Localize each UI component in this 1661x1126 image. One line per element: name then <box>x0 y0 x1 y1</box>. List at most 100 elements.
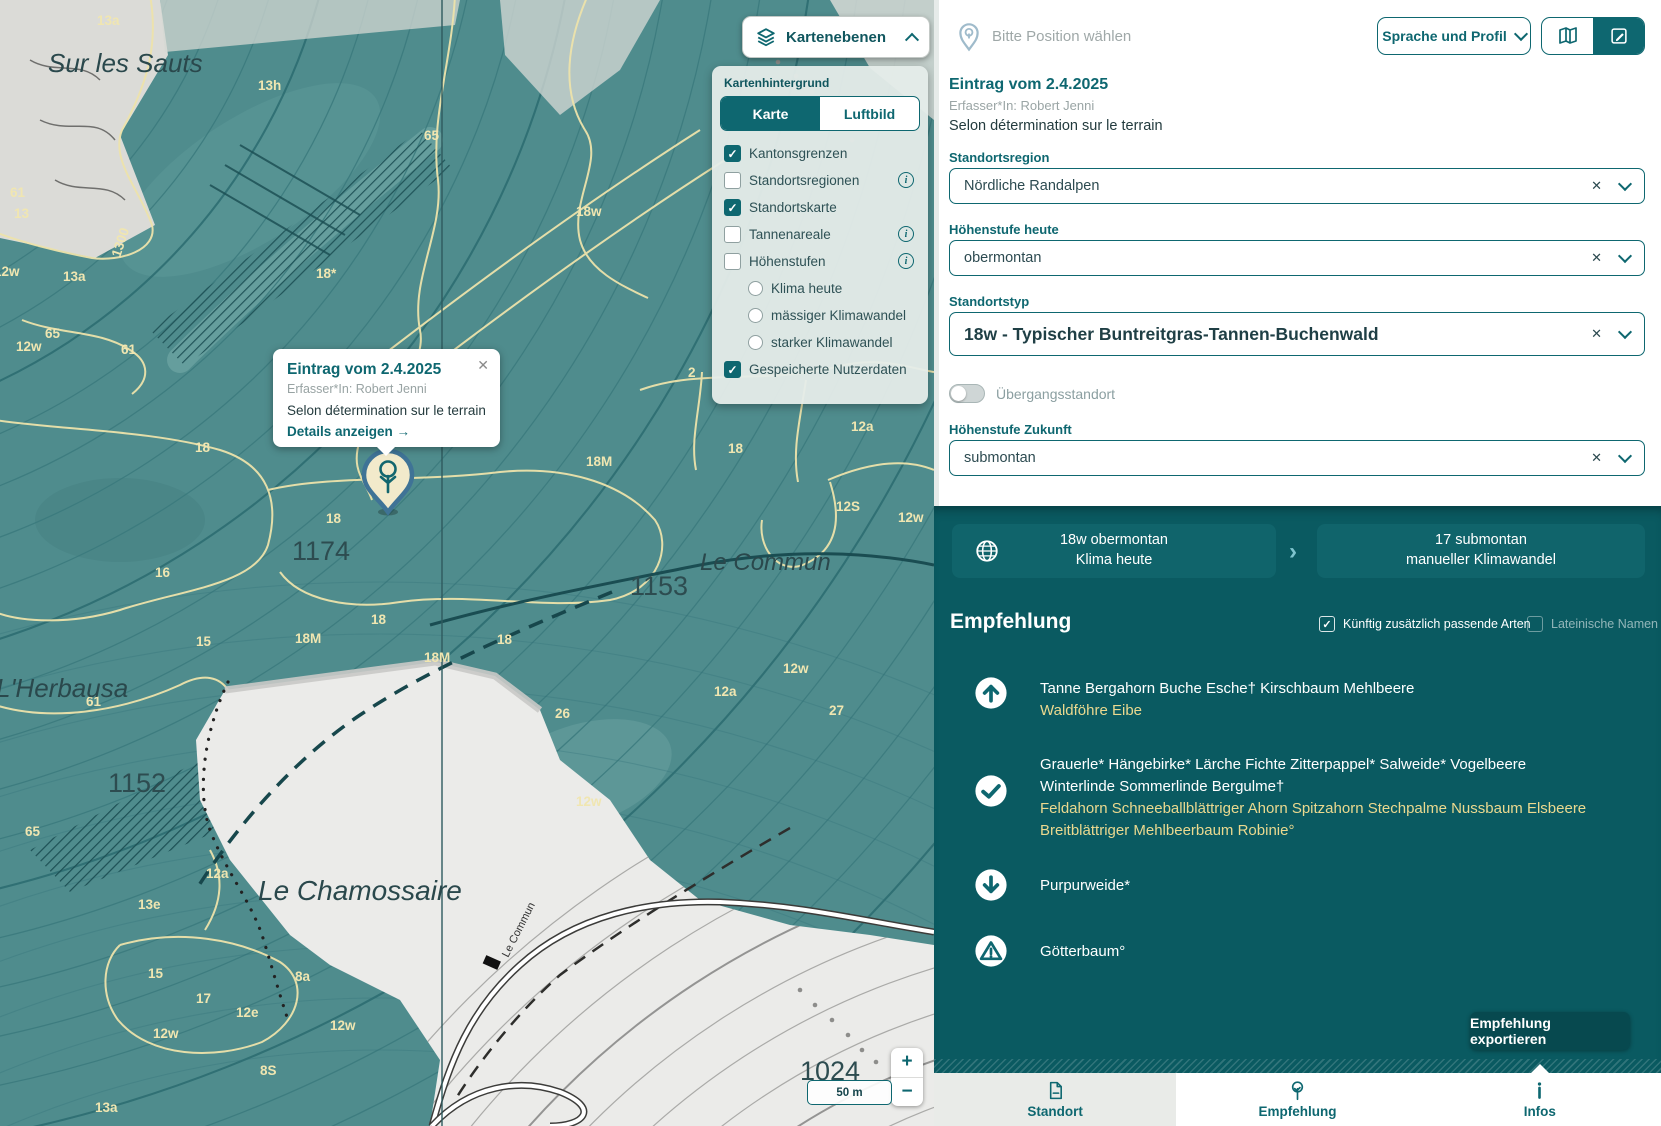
clear-icon[interactable]: ✕ <box>1591 178 1602 194</box>
map-label: 12w <box>330 1018 356 1033</box>
checkbox[interactable] <box>724 361 741 378</box>
map-label: 13a <box>63 269 86 284</box>
checkbox[interactable] <box>724 226 741 243</box>
radio-row-klima-heute[interactable]: Klima heute <box>744 275 920 302</box>
map-label: 12w <box>898 510 924 525</box>
scenario-future-line1: 17 submontan <box>1406 531 1556 551</box>
radio-button[interactable] <box>748 308 763 323</box>
standortstyp-input[interactable]: 18w - Typischer Buntreitgras-Tannen-Buch… <box>949 312 1645 356</box>
field-label-hoehenstufe-zukunft: Höhenstufe Zukunft <box>949 422 1072 437</box>
toggle-label: Übergangsstandort <box>996 386 1115 402</box>
map-label: 15 <box>148 966 164 981</box>
info-icon[interactable]: i <box>898 226 914 242</box>
scenario-card-future[interactable]: 17 submontan manueller Klimawandel <box>1317 524 1645 578</box>
position-hint-text: Bitte Position wählen <box>992 28 1131 45</box>
map-label: 16 <box>155 565 171 580</box>
export-recommendation-button[interactable]: Empfehlung exportieren <box>1470 1012 1630 1050</box>
background-option-karte[interactable]: Karte <box>721 97 820 130</box>
map-label: 18M <box>586 454 612 469</box>
background-option-luftbild[interactable]: Luftbild <box>820 97 919 130</box>
layer-row-tannenareale[interactable]: Tannenareale i <box>720 221 920 248</box>
map-label: 8a <box>295 969 311 984</box>
layer-row-hoehenstufen[interactable]: Höhenstufen i <box>720 248 920 275</box>
globe-icon <box>974 538 1000 564</box>
chevron-down-icon[interactable] <box>1618 325 1632 339</box>
clear-icon[interactable]: ✕ <box>1591 326 1602 342</box>
checkbox[interactable] <box>724 253 741 270</box>
map-label: 12e <box>236 1005 259 1020</box>
info-icon[interactable]: i <box>898 253 914 269</box>
info-icon[interactable]: i <box>898 172 914 188</box>
map-label: 18M <box>424 650 450 665</box>
language-profile-button[interactable]: Sprache und Profil <box>1377 17 1531 55</box>
layer-row-kantonsgrenzen[interactable]: Kantonsgrenzen <box>720 140 920 167</box>
radio-button[interactable] <box>748 335 763 350</box>
radio-row-starker-klimawandel[interactable]: starker Klimawandel <box>744 329 920 356</box>
layer-row-gespeicherte-nutzerdaten[interactable]: Gespeicherte Nutzerdaten <box>720 356 920 383</box>
map-scale-bar: 50 m <box>807 1080 892 1105</box>
arrow-up-icon <box>974 676 1008 710</box>
warning-icon <box>974 934 1008 968</box>
map-edit-mode-switch <box>1541 17 1645 55</box>
hoehenstufe-heute-input[interactable]: obermontan ✕ <box>949 240 1645 276</box>
map-layers-button[interactable]: Kartenebenen <box>742 16 930 58</box>
chevron-down-icon[interactable] <box>1618 449 1632 463</box>
layer-row-standortsregionen[interactable]: Standortsregionen i <box>720 167 920 194</box>
map-label: 18 <box>195 440 211 455</box>
latin-names-checkbox-row[interactable]: Lateinische Namen <box>1527 616 1658 632</box>
map-label: 1152 <box>108 768 166 798</box>
clear-icon[interactable]: ✕ <box>1591 250 1602 266</box>
standortsregion-input[interactable]: Nördliche Randalpen ✕ <box>949 168 1645 204</box>
species-row-suitable: Grauerle* Hängebirke* Lärche Fichte Zitt… <box>974 752 1586 842</box>
map-label: 2 <box>688 365 696 380</box>
map-label: 18 <box>371 612 387 627</box>
checkbox[interactable] <box>1319 616 1335 632</box>
tab-empfehlung[interactable]: Empfehlung <box>1176 1073 1418 1126</box>
tab-standort[interactable]: Standort <box>934 1073 1176 1126</box>
map-view-button[interactable] <box>1542 18 1593 54</box>
map-label: 18 <box>497 632 513 647</box>
arrow-down-icon <box>974 868 1008 902</box>
radio-button[interactable] <box>748 281 763 296</box>
bottom-navigation: Standort Empfehlung Infos <box>934 1073 1661 1126</box>
layer-row-standortskarte[interactable]: Standortskarte <box>720 194 920 221</box>
panel-scrollbar[interactable] <box>934 0 939 506</box>
field-label-hoehenstufe-heute: Höhenstufe heute <box>949 222 1059 237</box>
edit-view-button[interactable] <box>1593 18 1644 54</box>
tab-infos[interactable]: Infos <box>1419 1073 1661 1126</box>
uebergangsstandort-toggle[interactable] <box>949 384 985 403</box>
popup-details-link[interactable]: Details anzeigen → <box>287 424 486 439</box>
popup-author: Erfasser*In: Robert Jenni <box>287 382 486 396</box>
scenario-current-line1: 18w obermontan <box>1060 531 1168 551</box>
layers-button-label: Kartenebenen <box>786 29 898 46</box>
zoom-in-button[interactable]: + <box>891 1048 923 1078</box>
checkbox[interactable] <box>1527 616 1543 632</box>
close-icon[interactable]: ✕ <box>477 358 489 372</box>
zoom-out-button[interactable]: − <box>891 1078 923 1107</box>
hoehenstufe-zukunft-input[interactable]: submontan ✕ <box>949 440 1645 476</box>
scenario-current-line2: Klima heute <box>1060 551 1168 571</box>
checkbox[interactable] <box>724 199 741 216</box>
info-icon <box>1529 1080 1550 1101</box>
map-label: 12a <box>714 684 737 699</box>
map-label: 8S <box>260 1063 277 1078</box>
layers-icon <box>755 26 777 48</box>
map-label: 18* <box>316 266 337 281</box>
chevron-down-icon[interactable] <box>1618 177 1632 191</box>
map-label: 13e <box>138 897 161 912</box>
scenario-future-line2: manueller Klimawandel <box>1406 551 1556 571</box>
future-species-checkbox-row[interactable]: Künftig zusätzlich passende Arten <box>1319 616 1531 632</box>
popup-title: Eintrag vom 2.4.2025 <box>287 361 486 379</box>
document-icon <box>1045 1080 1066 1101</box>
chevron-down-icon[interactable] <box>1618 249 1632 263</box>
scenario-card-current[interactable]: 18w obermontan Klima heute <box>952 524 1276 578</box>
species-row-declining: Purpurweide* <box>974 868 1130 902</box>
map-label: 65 <box>25 824 41 839</box>
checkbox[interactable] <box>724 145 741 162</box>
checkbox[interactable] <box>724 172 741 189</box>
radio-row-maessiger-klimawandel[interactable]: mässiger Klimawandel <box>744 302 920 329</box>
clear-icon[interactable]: ✕ <box>1591 450 1602 466</box>
map-label: L'Herbausa <box>0 673 128 703</box>
chevron-down-icon <box>1514 27 1528 41</box>
map-zoom-control: + − <box>891 1048 923 1106</box>
